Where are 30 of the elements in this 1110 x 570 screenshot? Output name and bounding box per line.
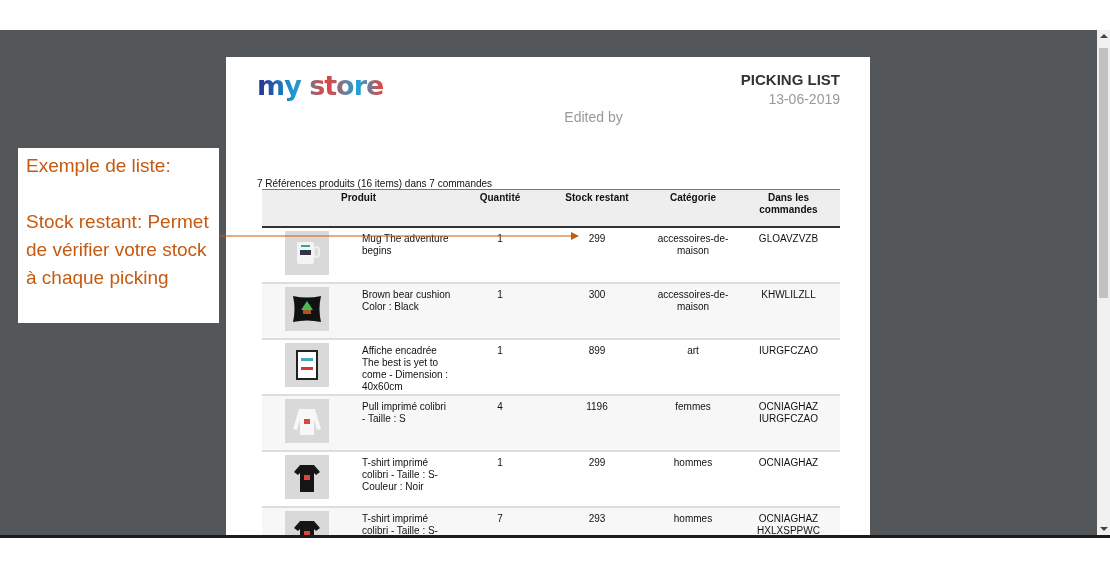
document-title: PICKING LIST xyxy=(740,71,840,88)
scroll-down-icon[interactable] xyxy=(1100,527,1108,531)
table-cell: OCNIAGHAZ IURGFCZAO xyxy=(737,395,840,451)
table-cell: accessoires-de-maison xyxy=(649,283,737,339)
edited-by-label: Edited by xyxy=(564,109,623,125)
table-cell: OCNIAGHAZ HXLXSPPWC xyxy=(737,507,840,535)
table-cell: Pull imprimé colibri - Taille : S xyxy=(357,395,455,451)
column-header: Quantité xyxy=(455,189,545,227)
scroll-up-icon[interactable] xyxy=(1100,34,1108,38)
table-cell: 293 xyxy=(545,507,649,535)
scrollbar-thumb[interactable] xyxy=(1099,48,1108,298)
callout-title: Exemple de liste: xyxy=(26,154,172,178)
column-header: Produit xyxy=(262,189,455,227)
table-cell: hommes xyxy=(649,507,737,535)
table-cell: 4 xyxy=(455,395,545,451)
summary-text: 7 Références produits (16 items) dans 7 commandes xyxy=(257,178,494,189)
table-cell: 1196 xyxy=(545,395,649,451)
scrollbar[interactable] xyxy=(1097,30,1110,535)
document-date: 13-06-2019 xyxy=(768,91,840,107)
table-cell: 7 xyxy=(455,507,545,535)
column-header: Dans les commandes xyxy=(737,189,840,227)
table-cell: 1 xyxy=(455,283,545,339)
callout-text: Stock restant: Permet de vérifier votre stock à chaque picking xyxy=(26,210,210,290)
table-cell: femmes xyxy=(649,395,737,451)
table-cell: 300 xyxy=(545,283,649,339)
column-header: Catégorie xyxy=(649,189,737,227)
table-cell: KHWLILZLL xyxy=(737,283,840,339)
table-cell: Brown bear cushion Color : Black xyxy=(357,283,455,339)
table-cell: T-shirt imprimé colibri - Taille : S- xyxy=(357,507,455,535)
column-header: Stock restant xyxy=(545,189,649,227)
